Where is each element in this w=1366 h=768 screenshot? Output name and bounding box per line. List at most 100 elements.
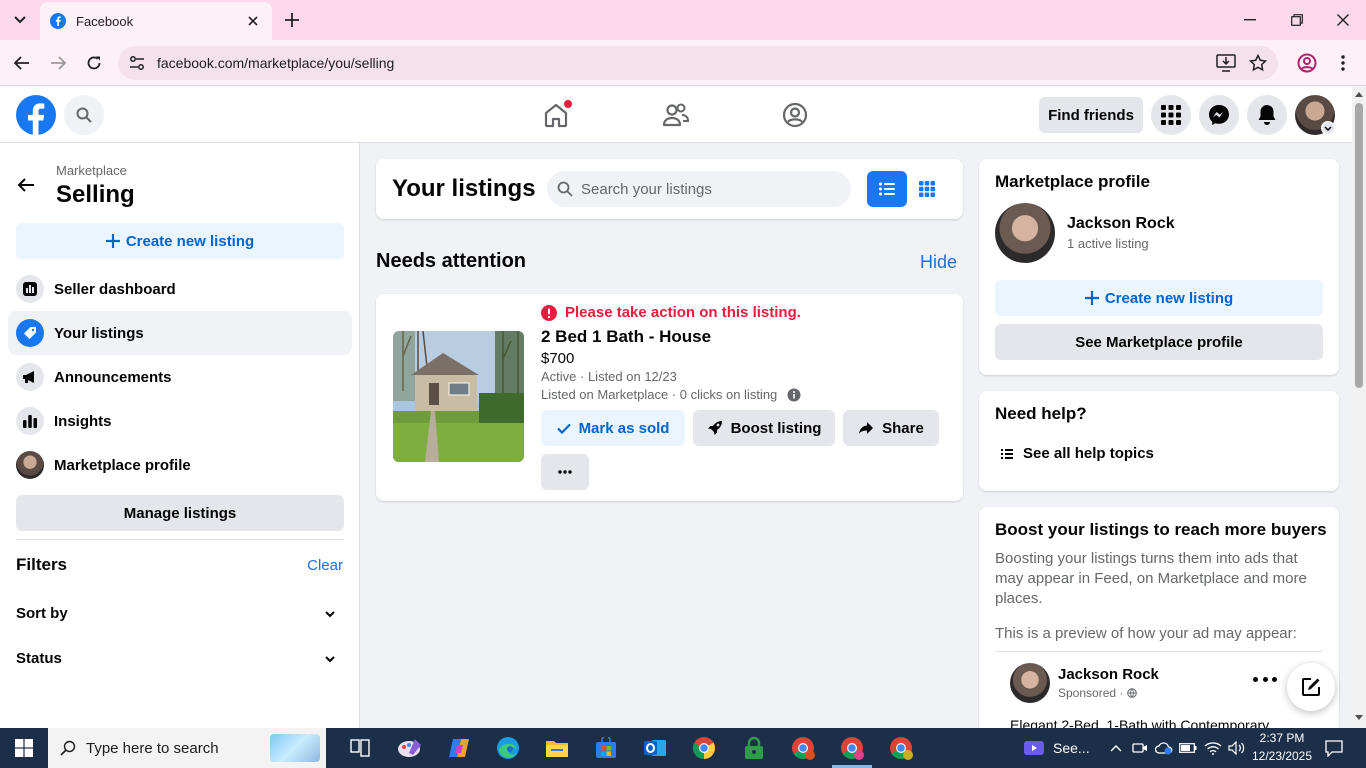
find-friends-button[interactable]: Find friends xyxy=(1039,97,1143,133)
marketplace-profile-card: Marketplace profile Jackson Rock 1 activ… xyxy=(979,159,1339,375)
create-new-listing-button[interactable]: Create new listing xyxy=(16,223,344,259)
avatar xyxy=(1010,663,1050,703)
meet-now-icon[interactable] xyxy=(1020,734,1048,762)
search-highlight-image[interactable] xyxy=(270,734,320,762)
notifications-button[interactable] xyxy=(1247,95,1287,135)
bookmark-star-icon[interactable] xyxy=(1249,54,1267,72)
see-marketplace-profile-button[interactable]: See Marketplace profile xyxy=(995,324,1323,360)
status-dropdown[interactable]: Status xyxy=(16,650,336,667)
sidebar-item-insights[interactable]: Insights xyxy=(8,399,352,443)
listing-photo[interactable] xyxy=(393,331,524,462)
avatar[interactable] xyxy=(995,203,1055,263)
lock-app-icon[interactable] xyxy=(740,734,768,762)
chevron-down-icon xyxy=(325,655,335,662)
edge-browser-icon[interactable] xyxy=(494,734,522,762)
more-options-button[interactable] xyxy=(541,454,589,490)
taskbar-search-box[interactable]: Type here to search xyxy=(48,728,326,768)
insights-icon xyxy=(16,407,44,435)
new-tab-button[interactable] xyxy=(282,10,302,30)
search-listings-input[interactable] xyxy=(581,180,831,198)
restore-button[interactable] xyxy=(1285,8,1309,32)
account-circle-icon xyxy=(1297,53,1317,73)
scroll-up-arrow[interactable] xyxy=(1355,92,1363,97)
browser-menu-button[interactable] xyxy=(1331,51,1355,75)
url-text[interactable]: facebook.com/marketplace/you/selling xyxy=(157,55,394,71)
reload-button[interactable] xyxy=(82,51,106,75)
menu-button[interactable] xyxy=(1151,95,1191,135)
profile-button[interactable] xyxy=(1295,51,1319,75)
chrome-profile-3-icon[interactable] xyxy=(887,734,915,762)
help-title: Need help? xyxy=(995,404,1087,423)
facebook-favicon-icon xyxy=(50,13,66,29)
marketplace-sidebar: Marketplace Selling Create new listing S… xyxy=(0,143,360,728)
ad-more-options-icon[interactable] xyxy=(1253,673,1277,685)
sidebar-item-seller-dashboard[interactable]: Seller dashboard xyxy=(8,267,352,311)
friends-nav-button[interactable] xyxy=(658,97,694,133)
new-message-button[interactable] xyxy=(1287,663,1335,711)
facebook-logo-icon[interactable] xyxy=(16,95,56,135)
site-settings-icon[interactable] xyxy=(128,54,146,72)
outlook-app-icon[interactable] xyxy=(641,734,669,762)
chrome-icon[interactable] xyxy=(690,734,718,762)
boost-info-card: Boost your listings to reach more buyers… xyxy=(979,507,1339,747)
close-window-button[interactable] xyxy=(1331,8,1355,32)
manage-listings-button[interactable]: Manage listings xyxy=(16,495,344,531)
minimize-button[interactable] xyxy=(1238,8,1262,32)
divider xyxy=(16,539,344,540)
page-scrollbar[interactable] xyxy=(1352,87,1366,728)
tab-search-button[interactable] xyxy=(8,8,32,32)
mark-as-sold-button[interactable]: Mark as sold xyxy=(541,410,685,446)
grid-view-button[interactable] xyxy=(907,171,947,207)
tag-icon xyxy=(16,319,44,347)
hide-link[interactable]: Hide xyxy=(920,252,957,273)
clear-filters-link[interactable]: Clear xyxy=(307,557,343,574)
see-more-news-label[interactable]: See... xyxy=(1053,740,1090,756)
sidebar-item-your-listings[interactable]: Your listings xyxy=(8,311,352,355)
clock-date[interactable]: 12/23/2025 xyxy=(1250,749,1314,763)
chevron-down-icon[interactable] xyxy=(1321,121,1335,135)
forward-button[interactable] xyxy=(46,51,70,75)
chrome-profile-1-icon[interactable] xyxy=(789,734,817,762)
start-button[interactable] xyxy=(0,728,48,768)
facebook-search-button[interactable] xyxy=(64,95,104,135)
back-arrow-icon[interactable] xyxy=(14,173,38,197)
microsoft-store-icon[interactable] xyxy=(592,734,620,762)
task-view-icon[interactable] xyxy=(346,734,374,762)
onedrive-icon[interactable] xyxy=(1152,734,1176,762)
share-button[interactable]: Share xyxy=(843,410,939,446)
listings-search[interactable] xyxy=(547,171,851,207)
profile-name[interactable]: Jackson Rock xyxy=(1067,215,1175,233)
scroll-down-arrow[interactable] xyxy=(1355,715,1363,720)
copilot-app-icon[interactable] xyxy=(445,734,473,762)
groups-nav-button[interactable] xyxy=(777,97,813,133)
volume-icon[interactable] xyxy=(1225,734,1249,762)
tab-close-icon[interactable] xyxy=(244,12,262,30)
arrow-right-icon xyxy=(51,56,66,70)
show-hidden-icons-icon[interactable] xyxy=(1104,734,1128,762)
chrome-profile-2-icon[interactable] xyxy=(838,734,866,762)
info-icon[interactable] xyxy=(787,388,801,402)
see-all-help-topics-link[interactable]: See all help topics xyxy=(1001,445,1154,462)
boost-listing-button[interactable]: Boost listing xyxy=(693,410,835,446)
wifi-icon[interactable] xyxy=(1201,734,1225,762)
back-button[interactable] xyxy=(10,51,34,75)
needs-attention-heading: Needs attention xyxy=(376,250,527,272)
messenger-button[interactable] xyxy=(1199,95,1239,135)
browser-tab[interactable]: Facebook xyxy=(40,2,272,40)
paint-app-icon[interactable] xyxy=(396,734,424,762)
meet-video-icon[interactable] xyxy=(1128,734,1152,762)
scroll-thumb[interactable] xyxy=(1355,103,1363,388)
file-explorer-icon[interactable] xyxy=(543,734,571,762)
install-app-icon[interactable] xyxy=(1216,54,1236,72)
battery-icon[interactable] xyxy=(1176,734,1200,762)
list-view-button[interactable] xyxy=(867,171,907,207)
listing-title[interactable]: 2 Bed 1 Bath - House xyxy=(541,327,711,347)
sidebar-item-marketplace-profile[interactable]: Marketplace profile xyxy=(8,443,352,487)
sidebar-item-announcements[interactable]: Announcements xyxy=(8,355,352,399)
breadcrumb[interactable]: Marketplace xyxy=(56,163,127,178)
clock-time[interactable]: 2:37 PM xyxy=(1254,731,1310,745)
create-new-listing-button-right[interactable]: Create new listing xyxy=(995,280,1323,316)
notification-center-icon[interactable] xyxy=(1320,734,1348,762)
sort-by-dropdown[interactable]: Sort by xyxy=(16,605,336,622)
address-bar[interactable]: facebook.com/marketplace/you/selling xyxy=(118,46,1278,80)
